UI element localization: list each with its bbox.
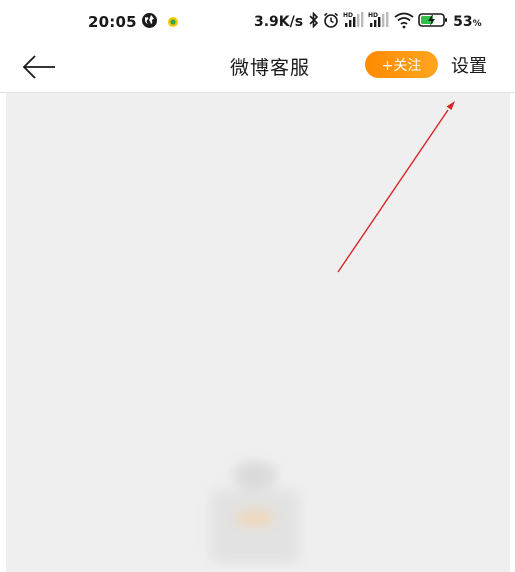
follow-button[interactable]: +关注 xyxy=(365,51,438,78)
svg-text:HD: HD xyxy=(343,12,353,19)
content-left-edge xyxy=(0,93,6,572)
status-right-cluster: 3.9K/s HD HD 53% xyxy=(254,11,482,33)
battery-percent-unit: % xyxy=(472,19,482,29)
back-button[interactable] xyxy=(22,52,58,82)
location-dot-icon xyxy=(167,13,179,32)
nav-bar: 微博客服 +关注 设置 xyxy=(0,42,515,92)
battery-percent-value: 53 xyxy=(453,14,473,30)
alarm-icon xyxy=(322,11,340,33)
world-icon xyxy=(141,12,158,33)
status-time: 20:05 xyxy=(88,13,137,31)
back-arrow-icon xyxy=(22,55,55,79)
network-speed: 3.9K/s xyxy=(254,14,304,30)
svg-text:HD: HD xyxy=(368,12,378,19)
wifi-icon xyxy=(393,11,415,33)
page-title: 微博客服 xyxy=(230,57,311,79)
signal-hd-2-icon: HD xyxy=(368,11,390,33)
content-right-edge xyxy=(510,93,515,572)
signal-hd-1-icon: HD xyxy=(343,11,365,33)
battery-charging-icon xyxy=(418,11,448,33)
battery-percent: 53% xyxy=(453,14,482,30)
chat-content-area xyxy=(0,92,515,572)
bluetooth-icon xyxy=(308,11,319,32)
status-bar: 20:05 3.9K/s HD HD 53% xyxy=(0,0,515,42)
settings-button[interactable]: 设置 xyxy=(451,52,487,78)
loading-placeholder xyxy=(200,453,310,563)
status-left-icons xyxy=(141,12,179,33)
